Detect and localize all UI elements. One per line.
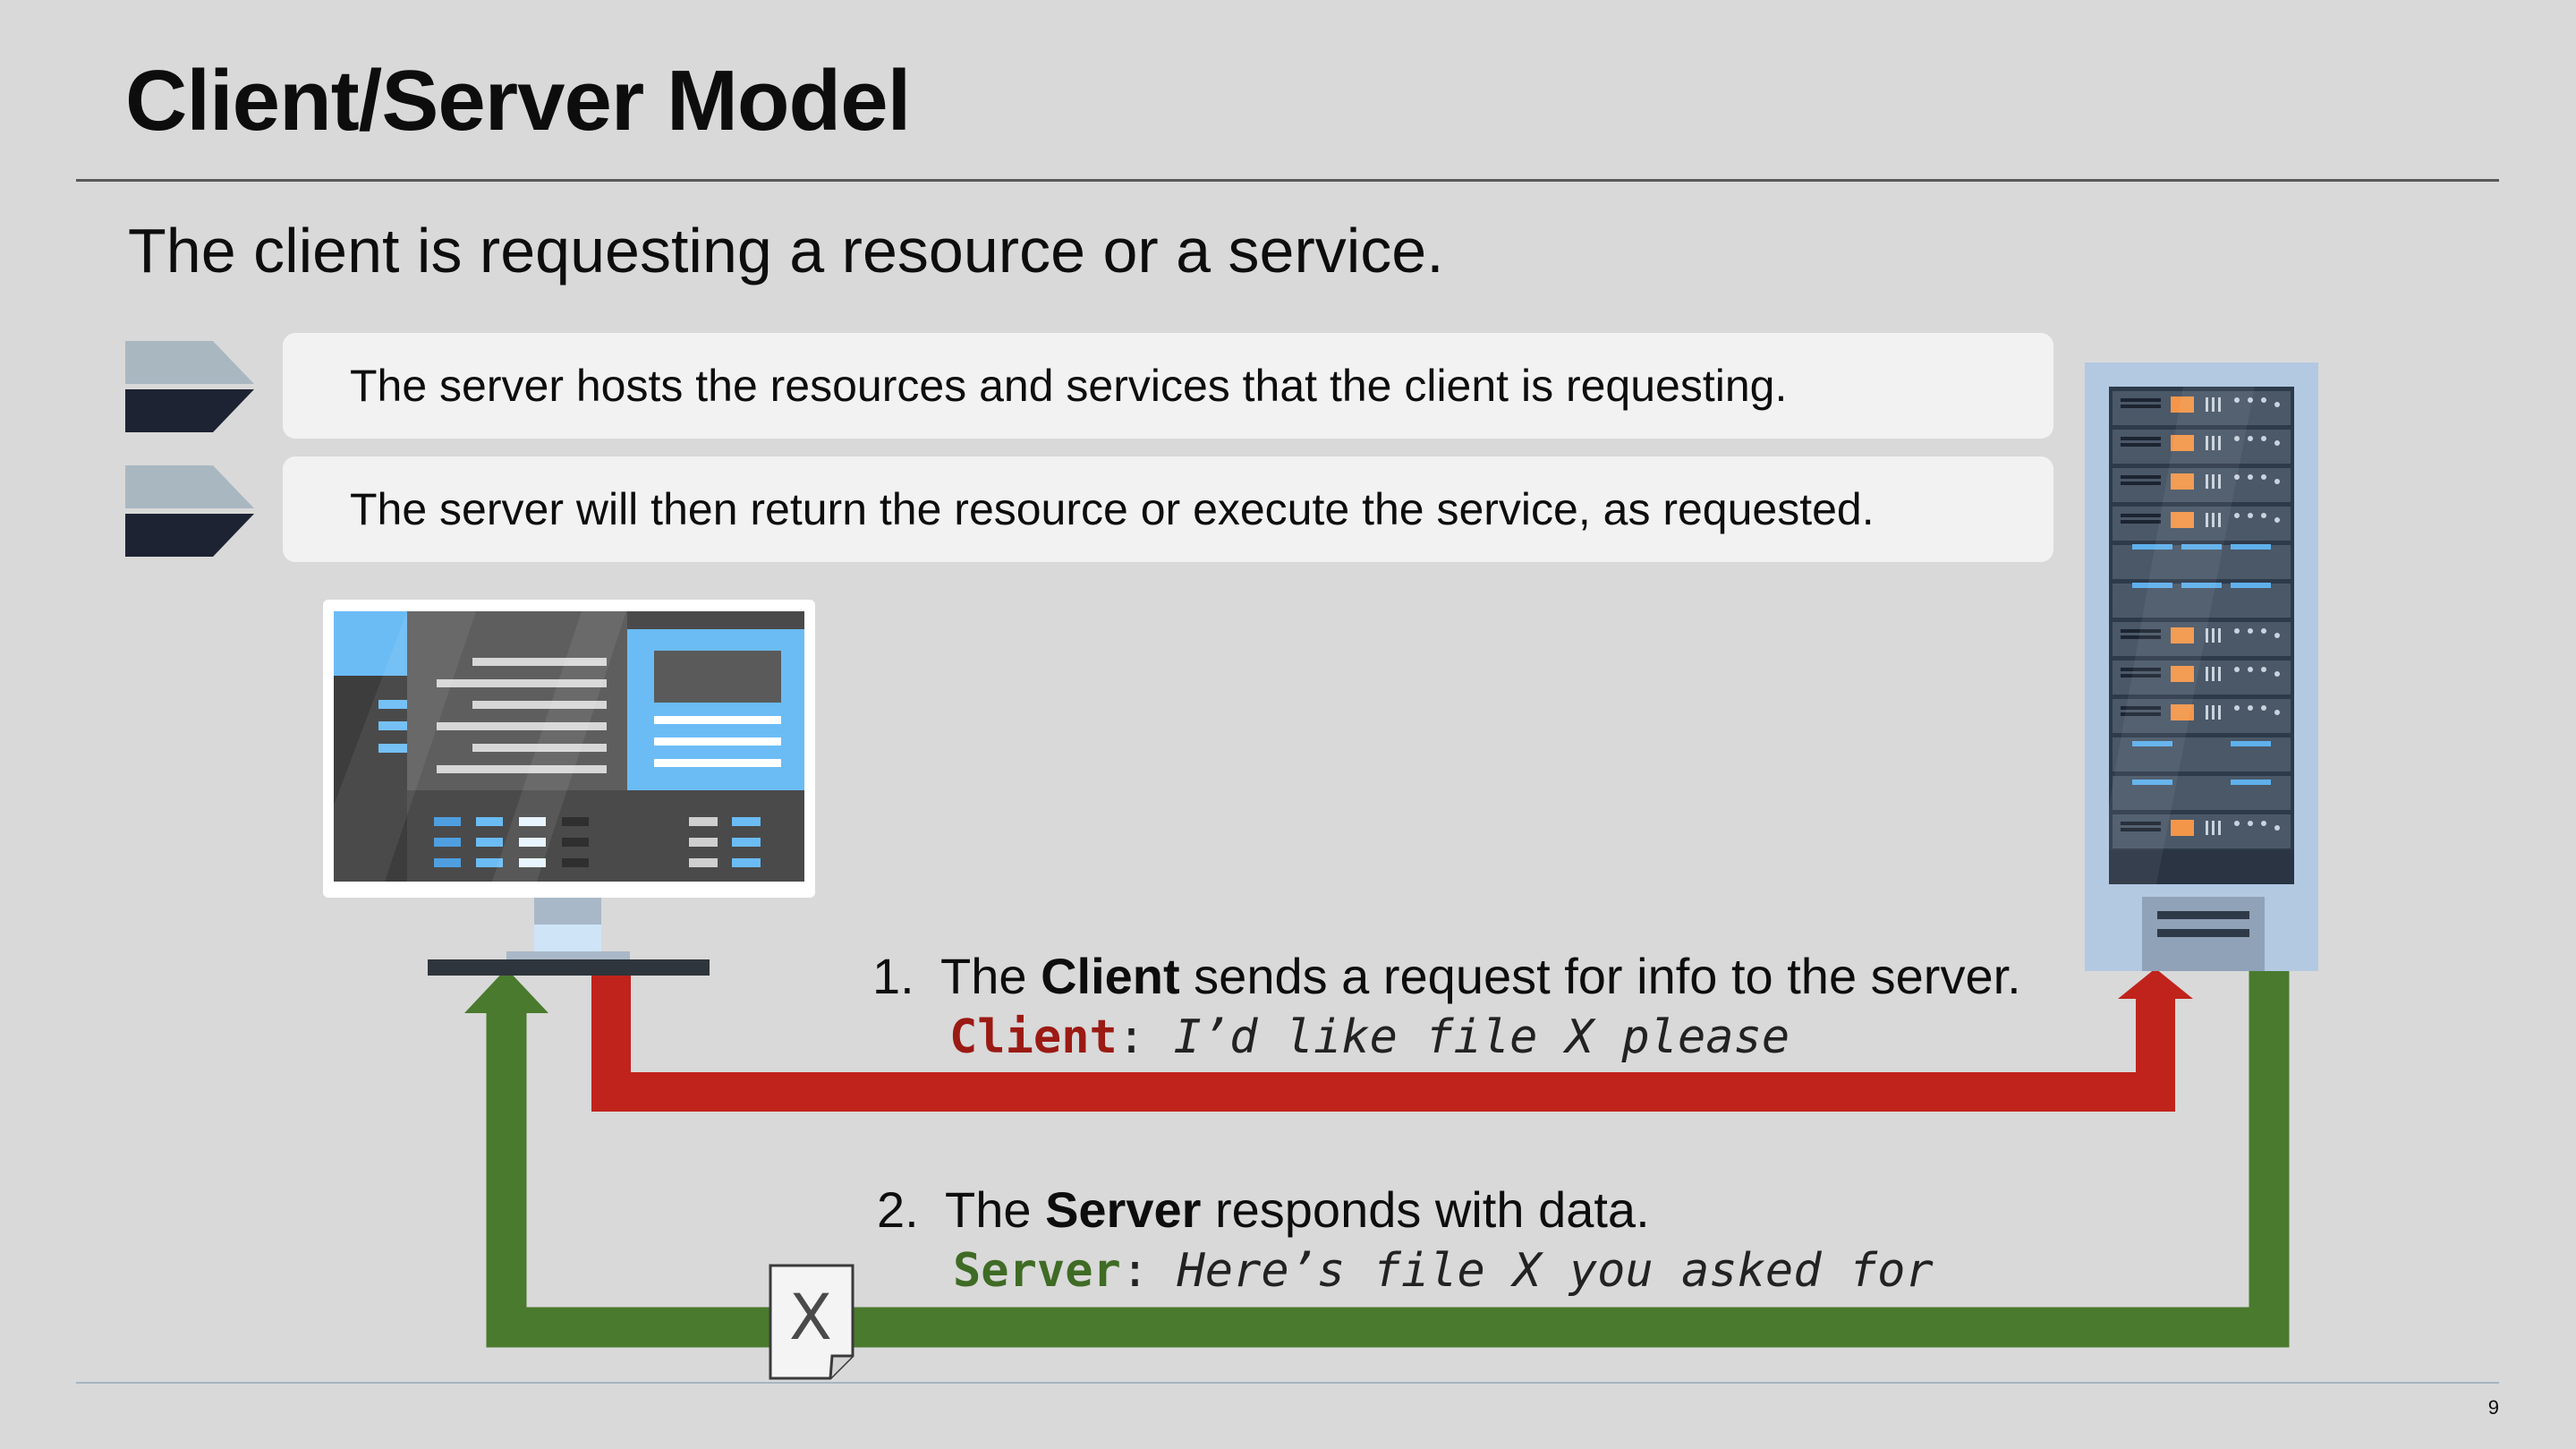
slide: Client/Server Model The client is reques…	[0, 0, 2576, 1449]
client-speaker-label: Client	[949, 1010, 1118, 1064]
step-text-post: sends a request for info to the server.	[1179, 948, 2021, 1004]
server-message-text: Here’s file X you asked for	[1177, 1244, 1934, 1298]
step-actor: Client	[1041, 948, 1180, 1004]
speaker-separator: :	[1117, 1010, 1174, 1064]
server-speaker-label: Server	[953, 1244, 1121, 1298]
step-text-post: responds with data.	[1201, 1181, 1650, 1238]
step-number: 1.	[872, 948, 914, 1004]
client-message: Client: I’d like file X please	[949, 1010, 1790, 1064]
page-number: 9	[2487, 1396, 2499, 1419]
step-text-pre: The	[940, 948, 1041, 1004]
step-actor: Server	[1045, 1181, 1202, 1238]
speaker-separator: :	[1120, 1244, 1177, 1298]
server-message: Server: Here’s file X you asked for	[953, 1244, 1934, 1298]
desktop-monitor-icon	[323, 600, 815, 976]
step-number: 2.	[877, 1181, 919, 1238]
document-icon: X	[769, 1264, 854, 1380]
step-2-text: 2. The Server responds with data.	[877, 1181, 1650, 1239]
document-label: X	[789, 1281, 832, 1354]
step-text-pre: The	[945, 1181, 1046, 1238]
client-message-text: I’d like file X please	[1173, 1010, 1790, 1064]
server-rack-icon	[2085, 362, 2318, 971]
step-1-text: 1. The Client sends a request for info to…	[872, 947, 2021, 1005]
footer-divider	[76, 1382, 2499, 1384]
